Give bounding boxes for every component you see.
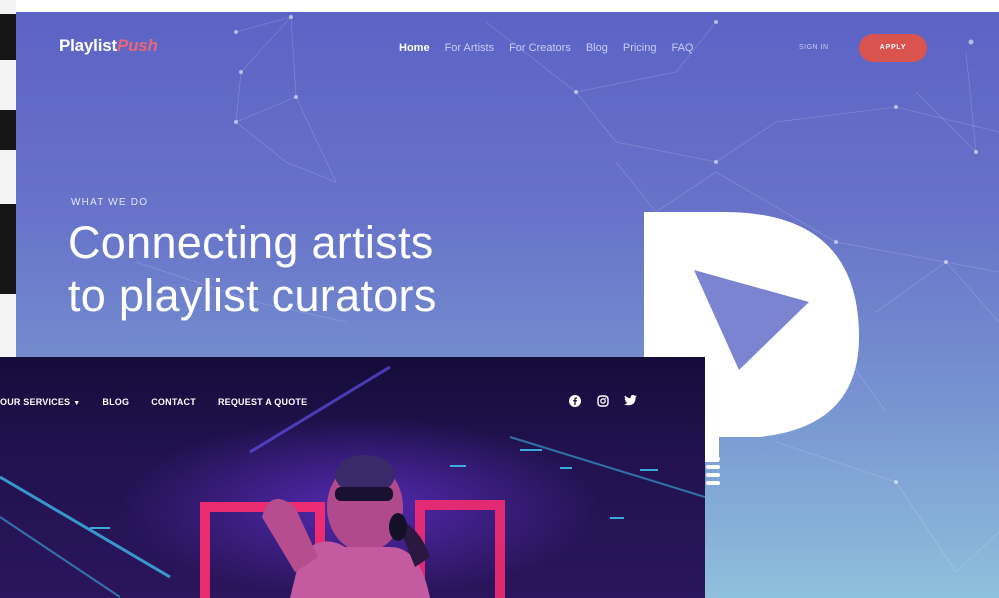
edge-block [0,14,16,60]
nav-home[interactable]: Home [399,42,430,54]
nav-for-artists[interactable]: For Artists [445,42,495,54]
chevron-down-icon: ▼ [73,400,81,407]
nav-our-services[interactable]: OUR SERVICES ▼ [0,397,80,407]
edge-block [0,204,16,294]
nav-blog[interactable]: BLOG [102,397,129,407]
logo-stripes [706,457,720,489]
nav-request-a-quote[interactable]: REQUEST A QUOTE [218,397,307,407]
edge-block [0,110,16,150]
instagram-icon[interactable] [596,394,609,407]
adjacent-screenshot-edge [0,0,16,360]
hero-headline: Connecting artists to playlist curators [68,216,437,322]
twitter-icon[interactable] [624,394,637,407]
nav-pricing[interactable]: Pricing [623,42,657,54]
playlistpush-logo[interactable]: PlaylistPush [59,36,158,56]
section-eyebrow: WHAT WE DO [71,197,149,208]
sign-in-link[interactable]: SIGN IN [799,44,829,51]
apply-button[interactable]: APPLY [859,34,927,62]
hero-headline-line2: to playlist curators [68,270,437,321]
music-site-screenshot: OUR SERVICES ▼ BLOG CONTACT REQUEST A QUO… [0,357,705,598]
nav-for-creators[interactable]: For Creators [509,42,571,54]
nav-our-services-label: OUR SERVICES [0,397,71,407]
logo-accent: Push [116,36,158,55]
social-links [568,394,637,407]
top-nav: Home For Artists For Creators Blog Prici… [399,42,694,54]
facebook-icon[interactable] [568,394,581,407]
nav-blog[interactable]: Blog [586,42,608,54]
hero-headline-line1: Connecting artists [68,217,434,268]
nav-faq[interactable]: FAQ [671,42,693,54]
music-site-nav: OUR SERVICES ▼ BLOG CONTACT REQUEST A QUO… [0,397,307,407]
nav-contact[interactable]: CONTACT [151,397,196,407]
logo-brand: Playlist [59,36,117,55]
